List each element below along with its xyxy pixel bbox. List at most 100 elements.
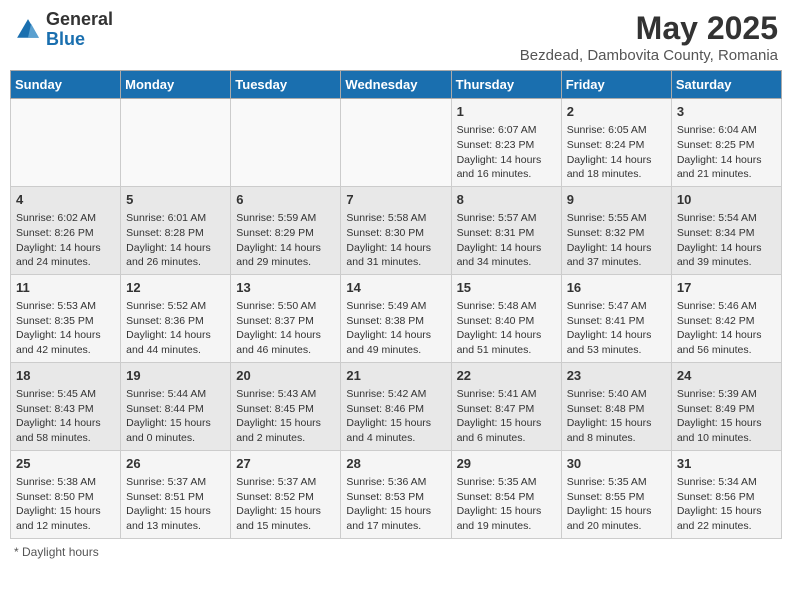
- day-detail: Sunrise: 5:47 AM Sunset: 8:41 PM Dayligh…: [567, 299, 666, 358]
- calendar-cell: 30Sunrise: 5:35 AM Sunset: 8:55 PM Dayli…: [561, 450, 671, 538]
- logo: General Blue: [14, 10, 113, 50]
- day-number: 24: [677, 367, 776, 385]
- calendar-cell: 24Sunrise: 5:39 AM Sunset: 8:49 PM Dayli…: [671, 362, 781, 450]
- day-detail: Sunrise: 6:04 AM Sunset: 8:25 PM Dayligh…: [677, 123, 776, 182]
- calendar-week-1: 1 Sunrise: 6:07 AM Sunset: 8:23 PM Daylig…: [11, 99, 782, 187]
- day-detail: Sunrise: 5:58 AM Sunset: 8:30 PM Dayligh…: [346, 211, 445, 270]
- day-detail: Sunrise: 5:43 AM Sunset: 8:45 PM Dayligh…: [236, 387, 335, 446]
- day-detail: Sunrise: 5:54 AM Sunset: 8:34 PM Dayligh…: [677, 211, 776, 270]
- day-detail: Sunrise: 5:44 AM Sunset: 8:44 PM Dayligh…: [126, 387, 225, 446]
- day-number: 20: [236, 367, 335, 385]
- calendar-cell: 9Sunrise: 5:55 AM Sunset: 8:32 PM Daylig…: [561, 186, 671, 274]
- calendar-cell: 2Sunrise: 6:05 AM Sunset: 8:24 PM Daylig…: [561, 99, 671, 187]
- calendar-week-3: 11 Sunrise: 5:53 AM Sunset: 8:35 PM Dayli…: [11, 274, 782, 362]
- day-number: 19: [126, 367, 225, 385]
- day-number: 27: [236, 455, 335, 473]
- logo-icon: [14, 16, 42, 44]
- day-detail: Sunrise: 5:34 AM Sunset: 8:56 PM Dayligh…: [677, 475, 776, 534]
- calendar-cell: 21Sunrise: 5:42 AM Sunset: 8:46 PM Dayli…: [341, 362, 451, 450]
- day-detail: Sunrise: 6:07 AM Sunset: 8:23 PM Dayligh…: [457, 123, 556, 182]
- calendar-cell: 25 Sunrise: 5:38 AM Sunset: 8:50 PM Dayli…: [11, 450, 121, 538]
- logo-blue-text: Blue: [46, 29, 85, 49]
- calendar-cell: 27Sunrise: 5:37 AM Sunset: 8:52 PM Dayli…: [231, 450, 341, 538]
- calendar-cell: 29 Sunrise: 5:35 AM Sunset: 8:54 PM Dayli…: [451, 450, 561, 538]
- calendar-cell: [231, 99, 341, 187]
- calendar-header-thursday: Thursday: [451, 71, 561, 99]
- calendar-cell: 3 Sunrise: 6:04 AM Sunset: 8:25 PM Daylig…: [671, 99, 781, 187]
- calendar-header-friday: Friday: [561, 71, 671, 99]
- calendar-cell: [341, 99, 451, 187]
- day-detail: Sunrise: 6:01 AM Sunset: 8:28 PM Dayligh…: [126, 211, 225, 270]
- calendar-cell: 26 Sunrise: 5:37 AM Sunset: 8:51 PM Dayli…: [121, 450, 231, 538]
- calendar-cell: 31 Sunrise: 5:34 AM Sunset: 8:56 PM Dayli…: [671, 450, 781, 538]
- day-number: 7: [346, 191, 445, 209]
- calendar-cell: 8 Sunrise: 5:57 AM Sunset: 8:31 PM Daylig…: [451, 186, 561, 274]
- day-number: 13: [236, 279, 335, 297]
- day-number: 15: [457, 279, 556, 297]
- day-number: 28: [346, 455, 445, 473]
- day-detail: Sunrise: 5:52 AM Sunset: 8:36 PM Dayligh…: [126, 299, 225, 358]
- day-detail: Sunrise: 5:35 AM Sunset: 8:54 PM Dayligh…: [457, 475, 556, 534]
- calendar-cell: [121, 99, 231, 187]
- day-number: 23: [567, 367, 666, 385]
- calendar-cell: 14 Sunrise: 5:49 AM Sunset: 8:38 PM Dayli…: [341, 274, 451, 362]
- day-detail: Sunrise: 5:53 AM Sunset: 8:35 PM Dayligh…: [16, 299, 115, 358]
- day-number: 18: [16, 367, 115, 385]
- calendar-cell: 22Sunrise: 5:41 AM Sunset: 8:47 PM Dayli…: [451, 362, 561, 450]
- day-detail: Sunrise: 5:49 AM Sunset: 8:38 PM Dayligh…: [346, 299, 445, 358]
- day-number: 16: [567, 279, 666, 297]
- day-detail: Sunrise: 6:02 AM Sunset: 8:26 PM Dayligh…: [16, 211, 115, 270]
- logo-general-text: General: [46, 9, 113, 29]
- calendar-cell: 13 Sunrise: 5:50 AM Sunset: 8:37 PM Dayli…: [231, 274, 341, 362]
- day-number: 5: [126, 191, 225, 209]
- day-detail: Sunrise: 5:55 AM Sunset: 8:32 PM Dayligh…: [567, 211, 666, 270]
- day-number: 29: [457, 455, 556, 473]
- footer-text: Daylight hours: [22, 545, 99, 559]
- calendar-header-wednesday: Wednesday: [341, 71, 451, 99]
- day-number: 2: [567, 103, 666, 121]
- day-number: 26: [126, 455, 225, 473]
- day-number: 25: [16, 455, 115, 473]
- calendar-cell: 18Sunrise: 5:45 AM Sunset: 8:43 PM Dayli…: [11, 362, 121, 450]
- day-number: 3: [677, 103, 776, 121]
- calendar-week-2: 4 Sunrise: 6:02 AM Sunset: 8:26 PM Daylig…: [11, 186, 782, 274]
- day-detail: Sunrise: 5:36 AM Sunset: 8:53 PM Dayligh…: [346, 475, 445, 534]
- calendar-cell: 12 Sunrise: 5:52 AM Sunset: 8:36 PM Dayli…: [121, 274, 231, 362]
- calendar-cell: 23 Sunrise: 5:40 AM Sunset: 8:48 PM Dayli…: [561, 362, 671, 450]
- day-number: 21: [346, 367, 445, 385]
- calendar-cell: 17Sunrise: 5:46 AM Sunset: 8:42 PM Dayli…: [671, 274, 781, 362]
- day-number: 8: [457, 191, 556, 209]
- calendar-header-tuesday: Tuesday: [231, 71, 341, 99]
- page-header: General Blue May 2025 Bezdead, Dambovita…: [10, 10, 782, 64]
- calendar-cell: 15Sunrise: 5:48 AM Sunset: 8:40 PM Dayli…: [451, 274, 561, 362]
- day-detail: Sunrise: 5:50 AM Sunset: 8:37 PM Dayligh…: [236, 299, 335, 358]
- day-number: 30: [567, 455, 666, 473]
- footer-note: * Daylight hours: [10, 545, 782, 559]
- calendar-cell: 4 Sunrise: 6:02 AM Sunset: 8:26 PM Daylig…: [11, 186, 121, 274]
- day-detail: Sunrise: 5:38 AM Sunset: 8:50 PM Dayligh…: [16, 475, 115, 534]
- calendar-cell: 10Sunrise: 5:54 AM Sunset: 8:34 PM Dayli…: [671, 186, 781, 274]
- day-number: 31: [677, 455, 776, 473]
- day-detail: Sunrise: 5:37 AM Sunset: 8:51 PM Dayligh…: [126, 475, 225, 534]
- day-number: 1: [457, 103, 556, 121]
- day-detail: Sunrise: 5:57 AM Sunset: 8:31 PM Dayligh…: [457, 211, 556, 270]
- calendar-cell: 5 Sunrise: 6:01 AM Sunset: 8:28 PM Daylig…: [121, 186, 231, 274]
- day-detail: Sunrise: 5:40 AM Sunset: 8:48 PM Dayligh…: [567, 387, 666, 446]
- calendar-table: SundayMondayTuesdayWednesdayThursdayFrid…: [10, 70, 782, 539]
- calendar-cell: 1 Sunrise: 6:07 AM Sunset: 8:23 PM Daylig…: [451, 99, 561, 187]
- subtitle: Bezdead, Dambovita County, Romania: [520, 47, 778, 64]
- calendar-cell: 11 Sunrise: 5:53 AM Sunset: 8:35 PM Dayli…: [11, 274, 121, 362]
- calendar-header-saturday: Saturday: [671, 71, 781, 99]
- calendar-header-sunday: Sunday: [11, 71, 121, 99]
- calendar-cell: [11, 99, 121, 187]
- calendar-cell: 6 Sunrise: 5:59 AM Sunset: 8:29 PM Daylig…: [231, 186, 341, 274]
- day-number: 4: [16, 191, 115, 209]
- title-block: May 2025 Bezdead, Dambovita County, Roma…: [520, 10, 778, 64]
- day-detail: Sunrise: 5:46 AM Sunset: 8:42 PM Dayligh…: [677, 299, 776, 358]
- day-number: 12: [126, 279, 225, 297]
- day-detail: Sunrise: 5:59 AM Sunset: 8:29 PM Dayligh…: [236, 211, 335, 270]
- day-number: 11: [16, 279, 115, 297]
- day-number: 6: [236, 191, 335, 209]
- calendar-cell: 16 Sunrise: 5:47 AM Sunset: 8:41 PM Dayli…: [561, 274, 671, 362]
- day-number: 14: [346, 279, 445, 297]
